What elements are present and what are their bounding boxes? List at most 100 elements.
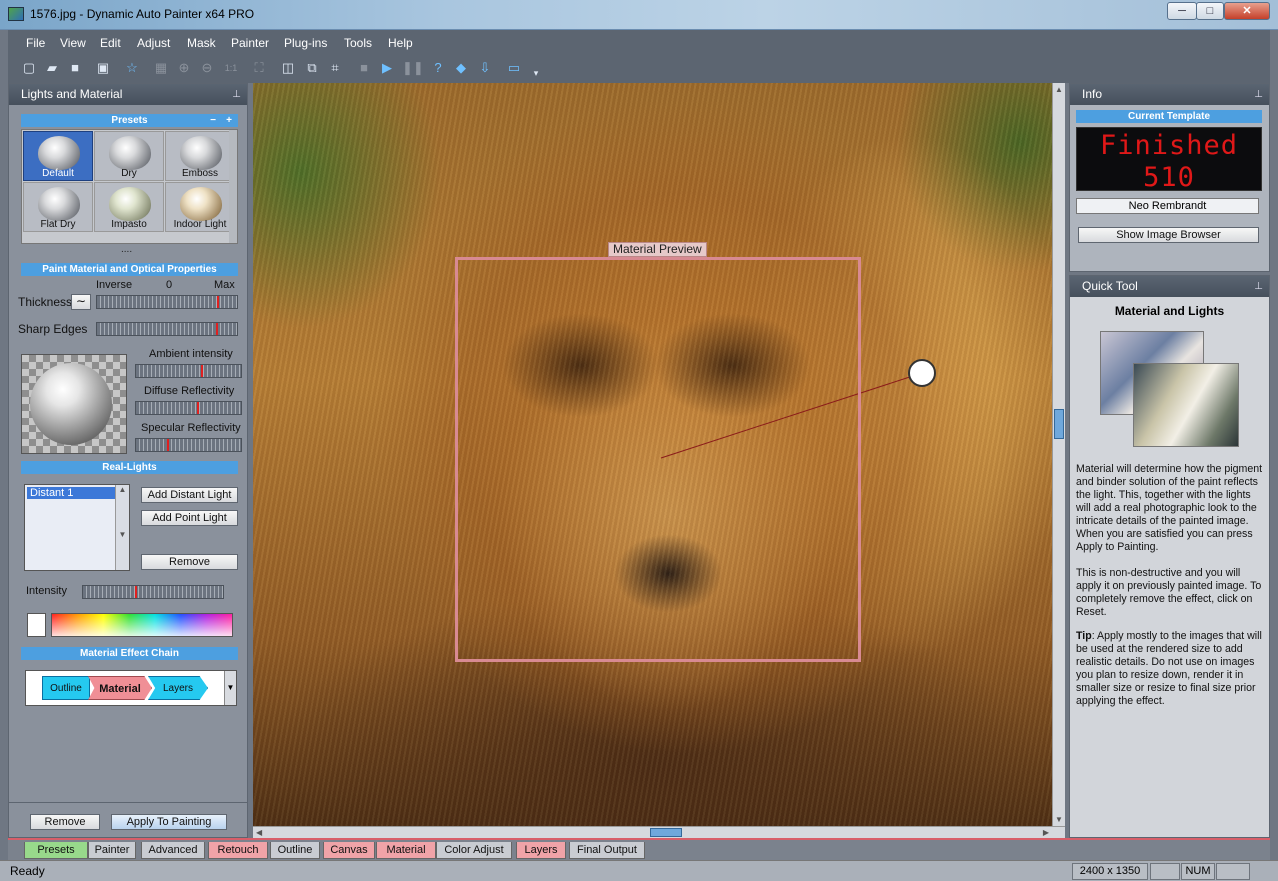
tab-advanced[interactable]: Advanced [141, 842, 205, 859]
thickness-curve-button[interactable]: ∼ [71, 294, 91, 310]
zoom-in-icon[interactable]: ⊕ [176, 60, 192, 76]
frame-icon[interactable]: ▭ [506, 60, 522, 76]
tab-material[interactable]: Material [376, 842, 436, 859]
apply-to-painting-button[interactable]: Apply To Painting [111, 814, 227, 830]
tab-color-adjust[interactable]: Color Adjust [436, 842, 512, 859]
tab-painter[interactable]: Painter [88, 842, 136, 859]
crop-icon[interactable]: ⌗ [327, 60, 343, 76]
vertical-scrollbar[interactable]: ▲ ▼ [1052, 83, 1065, 826]
open-icon[interactable]: ▰ [44, 60, 60, 76]
tab-final-output[interactable]: Final Output [569, 842, 645, 859]
favorite-icon[interactable]: ☆ [124, 60, 140, 76]
scroll-down-icon[interactable]: ▼ [1055, 815, 1063, 824]
slider-knob[interactable] [215, 323, 218, 335]
lights-list[interactable]: Distant 1 ▲ ▼ [24, 484, 130, 571]
vertical-scroll-thumb[interactable] [1054, 409, 1064, 439]
menu-plugins[interactable]: Plug-ins [284, 36, 327, 50]
lights-list-scrollbar[interactable]: ▲ ▼ [115, 485, 129, 570]
chain-outline[interactable]: Outline [42, 676, 90, 700]
scroll-right-icon[interactable]: ▶ [1043, 828, 1049, 837]
toolbar: ▢ ▰ ■ ▣ ☆ ▦ ⊕ ⊖ 1:1 ⛶ ◫ ⧉ ⌗ ■ ▶ ❚❚ ? ◆ ⇩… [8, 55, 1270, 83]
zoom-out-icon[interactable]: ⊖ [199, 60, 215, 76]
preset-dry[interactable]: Dry [94, 131, 164, 181]
sharp-edges-slider[interactable] [96, 322, 238, 336]
slider-knob[interactable] [217, 296, 220, 308]
preset-indoor-light[interactable]: Indoor Light [165, 182, 235, 232]
light-handle[interactable] [908, 359, 936, 387]
scroll-up-icon[interactable]: ▲ [1055, 85, 1063, 94]
preset-emboss[interactable]: Emboss [165, 131, 235, 181]
layout-icon[interactable]: ◫ [280, 60, 296, 76]
material-preview-frame[interactable] [455, 257, 861, 662]
minimize-button[interactable]: ─ [1167, 2, 1197, 20]
help-icon[interactable]: ? [430, 60, 446, 76]
painting-canvas[interactable]: Material Preview [253, 83, 1052, 826]
led-count: 510 [1143, 162, 1195, 193]
slider-knob[interactable] [196, 402, 199, 414]
presets-minus-button[interactable]: − [210, 114, 216, 127]
menu-painter[interactable]: Painter [231, 36, 269, 50]
chain-layers[interactable]: Layers [148, 676, 208, 700]
menu-file[interactable]: File [26, 36, 45, 50]
preset-impasto[interactable]: Impasto [94, 182, 164, 232]
menu-tools[interactable]: Tools [344, 36, 372, 50]
presets-plus-button[interactable]: + [226, 114, 232, 127]
tab-layers[interactable]: Layers [516, 842, 566, 859]
dropdown-icon[interactable]: ▾ [528, 65, 544, 81]
tab-retouch[interactable]: Retouch [208, 842, 268, 859]
specular-slider[interactable] [135, 438, 242, 452]
menu-adjust[interactable]: Adjust [137, 36, 170, 50]
show-image-browser-button[interactable]: Show Image Browser [1078, 227, 1259, 243]
color-spectrum[interactable] [51, 613, 233, 637]
thickness-slider[interactable] [96, 295, 238, 309]
photo-icon[interactable]: ▦ [153, 60, 169, 76]
remove-light-button[interactable]: Remove [141, 554, 238, 570]
horizontal-scroll-thumb[interactable] [650, 828, 682, 837]
save-as-icon[interactable]: ▣ [95, 60, 111, 76]
remove-button[interactable]: Remove [30, 814, 100, 830]
chain-material[interactable]: Material [88, 676, 152, 700]
menu-help[interactable]: Help [388, 36, 413, 50]
slider-knob[interactable] [166, 439, 169, 451]
preset-sphere [109, 187, 151, 221]
new-icon[interactable]: ▢ [21, 60, 37, 76]
zoom-1to1-icon[interactable]: 1:1 [223, 60, 239, 76]
chain-dropdown-icon[interactable]: ▼ [224, 671, 236, 705]
close-button[interactable]: ✕ [1224, 2, 1270, 20]
tab-outline[interactable]: Outline [270, 842, 320, 859]
pin-icon[interactable]: ⊥ [1254, 84, 1263, 105]
menu-mask[interactable]: Mask [187, 36, 216, 50]
add-point-light-button[interactable]: Add Point Light [141, 510, 238, 526]
save-icon[interactable]: ■ [67, 60, 83, 76]
ambient-slider[interactable] [135, 364, 242, 378]
light-color-swatch[interactable] [27, 613, 46, 637]
diffuse-slider[interactable] [135, 401, 242, 415]
pause-icon[interactable]: ❚❚ [402, 60, 424, 76]
app-icon [8, 7, 24, 21]
fit-icon[interactable]: ⛶ [251, 60, 267, 76]
scroll-left-icon[interactable]: ◀ [256, 828, 262, 837]
add-distant-light-button[interactable]: Add Distant Light [141, 487, 238, 503]
pin-icon[interactable]: ⊥ [232, 84, 241, 105]
slider-knob[interactable] [135, 586, 138, 598]
tab-canvas[interactable]: Canvas [323, 842, 375, 859]
quick-tool-nondestructive: This is non-destructive and you will app… [1076, 567, 1262, 618]
download-icon[interactable]: ⇩ [477, 60, 493, 76]
menu-view[interactable]: View [60, 36, 86, 50]
play-icon[interactable]: ▶ [379, 60, 395, 76]
compare-icon[interactable]: ⧉ [304, 60, 320, 76]
tab-presets[interactable]: Presets [24, 842, 88, 859]
horizontal-scrollbar[interactable]: ◀ ▶ [253, 826, 1065, 838]
stop-icon[interactable]: ■ [356, 60, 372, 76]
preset-default[interactable]: Default [23, 131, 93, 181]
maximize-button[interactable]: □ [1196, 2, 1224, 20]
list-item[interactable]: Distant 1 [27, 487, 115, 499]
eraser-icon[interactable]: ◆ [453, 60, 469, 76]
slider-knob[interactable] [200, 365, 203, 377]
menu-edit[interactable]: Edit [100, 36, 121, 50]
preset-flat-dry[interactable]: Flat Dry [23, 182, 93, 232]
intensity-slider[interactable] [82, 585, 224, 599]
pin-icon[interactable]: ⊥ [1254, 276, 1263, 297]
presets-scrollbar[interactable] [229, 130, 237, 243]
presets-more[interactable]: .... [121, 244, 132, 255]
